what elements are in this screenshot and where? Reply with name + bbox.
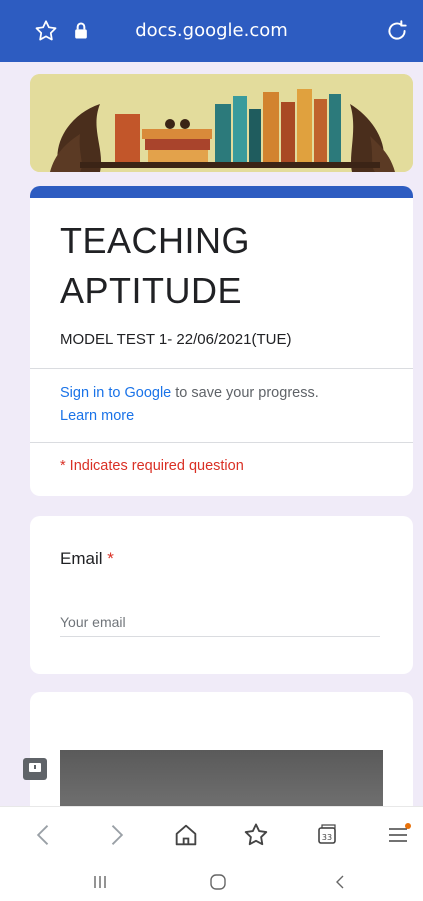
form-title: TEACHING APTITUDE	[60, 220, 251, 311]
email-label-text: Email	[60, 549, 103, 568]
tabs-icon[interactable]: 33	[313, 821, 341, 849]
email-input[interactable]	[60, 608, 380, 637]
reload-icon[interactable]	[384, 18, 410, 44]
feedback-icon[interactable]	[23, 758, 47, 780]
address-bar-url[interactable]: docs.google.com	[0, 20, 423, 41]
required-asterisk: *	[107, 549, 114, 568]
back-icon[interactable]	[30, 821, 58, 849]
notification-dot	[405, 823, 411, 829]
form-description: MODEL TEST 1- 22/06/2021(TUE)	[60, 331, 292, 348]
email-question-label: Email *	[60, 549, 114, 569]
email-question-card: Email *	[30, 516, 413, 674]
signin-notice: Sign in to Google to save your progress.…	[60, 382, 390, 428]
browser-top-bar: docs.google.com	[0, 0, 423, 62]
form-header-image	[30, 74, 413, 172]
divider	[30, 368, 413, 369]
form-title-card: TEACHING APTITUDE MODEL TEST 1- 22/06/20…	[30, 186, 413, 496]
card-accent-stripe	[30, 186, 413, 198]
menu-icon[interactable]	[384, 821, 412, 849]
signin-text: to save your progress.	[171, 385, 319, 401]
home-circle-icon[interactable]	[206, 870, 230, 894]
bookmark-icon[interactable]	[242, 821, 270, 849]
required-question-note: * Indicates required question	[60, 458, 244, 474]
back-chevron-icon[interactable]	[328, 870, 352, 894]
forward-icon[interactable]	[102, 821, 130, 849]
recents-icon[interactable]	[88, 870, 112, 894]
divider	[30, 442, 413, 443]
browser-bottom-bar: 33	[0, 806, 423, 862]
tabs-count: 33	[322, 833, 332, 842]
books-illustration	[30, 74, 413, 172]
system-navigation-bar	[0, 862, 423, 901]
signin-link[interactable]: Sign in to Google	[60, 385, 171, 401]
learn-more-link[interactable]: Learn more	[60, 408, 134, 424]
home-icon[interactable]	[172, 821, 200, 849]
